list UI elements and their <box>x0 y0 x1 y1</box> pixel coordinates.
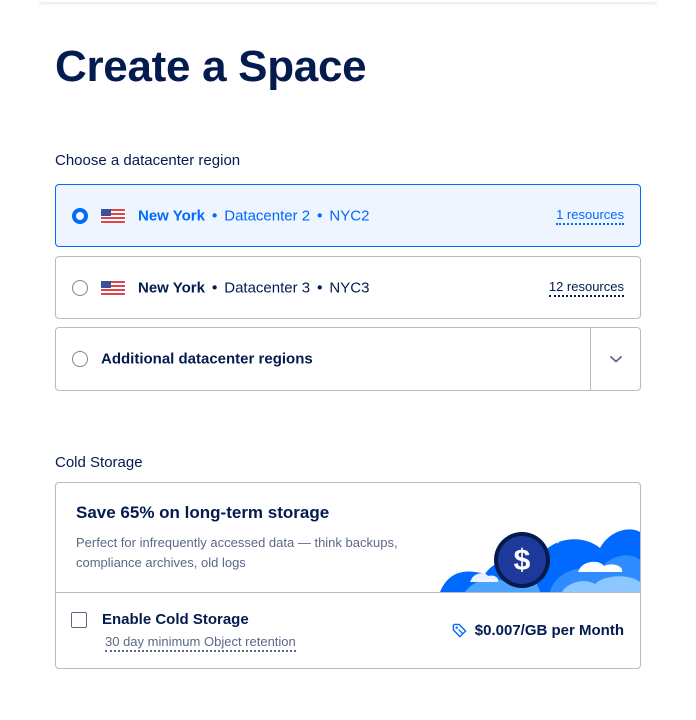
chevron-down-icon <box>609 356 622 363</box>
region-radio-nyc3[interactable] <box>72 279 88 296</box>
region-datacenter: Datacenter 2 <box>224 207 311 224</box>
region-resources-link[interactable]: 1 resources <box>556 207 624 225</box>
us-flag-icon <box>101 280 125 295</box>
additional-regions-label: Additional datacenter regions <box>101 350 313 368</box>
region-section-label: Choose a datacenter region <box>55 152 241 169</box>
cold-storage-card: Save 65% on long-term storage Perfect fo… <box>55 482 641 669</box>
region-separator: • <box>211 279 218 296</box>
cold-storage-promo-description: Perfect for infrequently accessed data —… <box>76 535 398 570</box>
enable-cold-storage-checkbox[interactable] <box>71 612 87 628</box>
page-title: Create a Space <box>55 42 367 91</box>
top-divider <box>40 0 656 2</box>
cold-storage-promo: Save 65% on long-term storage Perfect fo… <box>56 483 640 593</box>
us-flag-icon <box>101 208 125 223</box>
region-separator: • <box>317 207 323 224</box>
cold-storage-section-label: Cold Storage <box>55 454 143 471</box>
region-option-nyc2[interactable]: New York • Datacenter 2 • NYC2 1 resources <box>55 184 641 247</box>
additional-regions-option[interactable]: Additional datacenter regions <box>55 327 641 391</box>
region-label-nyc2: New York • Datacenter 2 • NYC2 <box>138 207 369 224</box>
region-separator: • <box>211 207 218 224</box>
cold-storage-price: $0.007/GB per Month <box>452 622 624 639</box>
region-separator: • <box>317 279 323 296</box>
svg-text:$: $ <box>514 544 531 577</box>
cloud-savings-illustration: $ <box>440 516 640 592</box>
region-city: New York <box>138 279 205 296</box>
region-city: New York <box>138 207 205 224</box>
cold-storage-price-value: $0.007/GB per Month <box>474 622 624 639</box>
region-label-nyc3: New York • Datacenter 3 • NYC3 <box>138 279 369 296</box>
region-resources-link[interactable]: 12 resources <box>548 279 624 297</box>
region-option-nyc3[interactable]: New York • Datacenter 3 • NYC3 12 resources <box>55 256 641 319</box>
region-radio-nyc2[interactable] <box>72 207 88 224</box>
region-code: NYC2 <box>329 207 370 224</box>
additional-regions-radio[interactable] <box>72 351 88 367</box>
retention-note[interactable]: 30 day minimum Object retention <box>105 634 296 652</box>
enable-cold-storage-label[interactable]: Enable Cold Storage <box>102 611 249 628</box>
region-code: NYC3 <box>329 279 370 296</box>
price-tag-icon <box>452 623 467 638</box>
additional-regions-dropdown-toggle[interactable] <box>590 328 640 390</box>
cold-storage-promo-heading: Save 65% on long-term storage <box>76 503 330 522</box>
region-datacenter: Datacenter 3 <box>224 279 311 296</box>
